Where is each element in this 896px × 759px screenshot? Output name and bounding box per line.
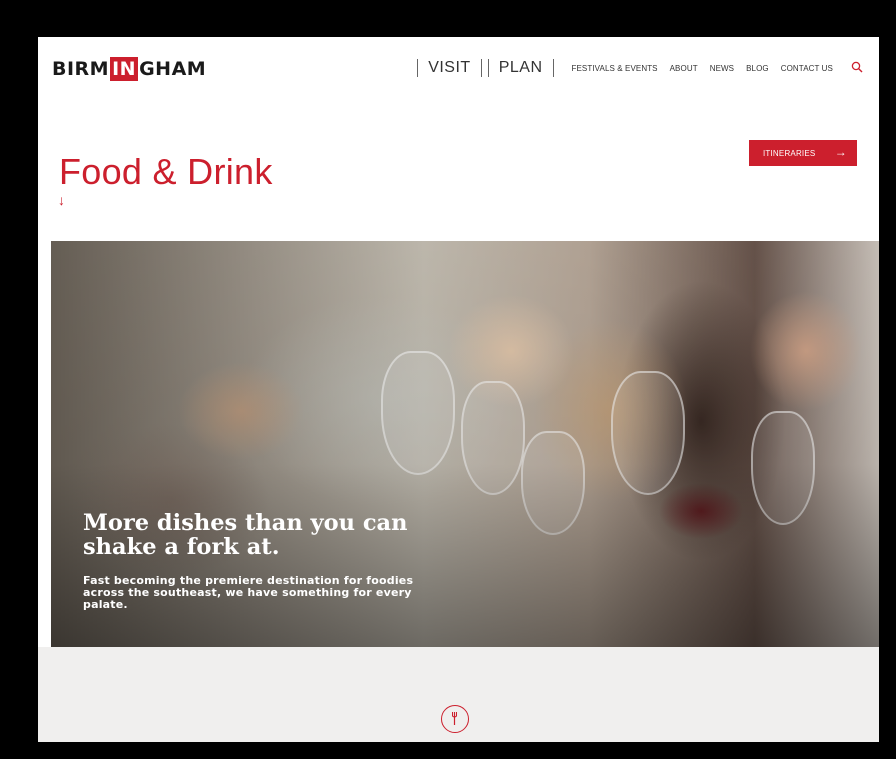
main-nav: VISIT PLAN FESTIVALS & EVENTS ABOUT NEWS… [417, 59, 865, 77]
itineraries-label: ITINERARIES [763, 148, 816, 158]
itineraries-button[interactable]: ITINERARIES → [749, 140, 857, 166]
hero-image: More dishes than you can shake a fork at… [51, 241, 879, 647]
nav-plan[interactable]: PLAN [487, 59, 554, 77]
page-canvas: BIRM IN GHAM VISIT PLAN FESTIVALS & EVENTS… [38, 37, 879, 742]
hero-headline: More dishes than you can shake a fork at… [83, 510, 408, 560]
nav-blog[interactable]: BLOG [746, 64, 769, 73]
nav-contact-us[interactable]: CONTACT US [781, 64, 833, 73]
fork-icon [441, 705, 469, 733]
nav-visit[interactable]: VISIT [417, 59, 482, 77]
search-icon[interactable] [851, 61, 865, 75]
nav-news[interactable]: NEWS [710, 64, 734, 73]
nav-about[interactable]: ABOUT [670, 64, 698, 73]
page-title: Food & Drink [59, 151, 273, 193]
arrow-right-icon: → [834, 145, 847, 159]
logo-text-start: BIRM [52, 58, 110, 80]
logo-text-end: GHAM [139, 58, 207, 80]
site-logo[interactable]: BIRM IN GHAM [52, 57, 206, 81]
hero-subtext: Fast becoming the premiere destination f… [83, 574, 414, 611]
logo-in-box: IN [110, 57, 139, 81]
scroll-down-arrow-icon[interactable]: ↓ [58, 192, 65, 208]
nav-festivals-events[interactable]: FESTIVALS & EVENTS [572, 64, 658, 73]
